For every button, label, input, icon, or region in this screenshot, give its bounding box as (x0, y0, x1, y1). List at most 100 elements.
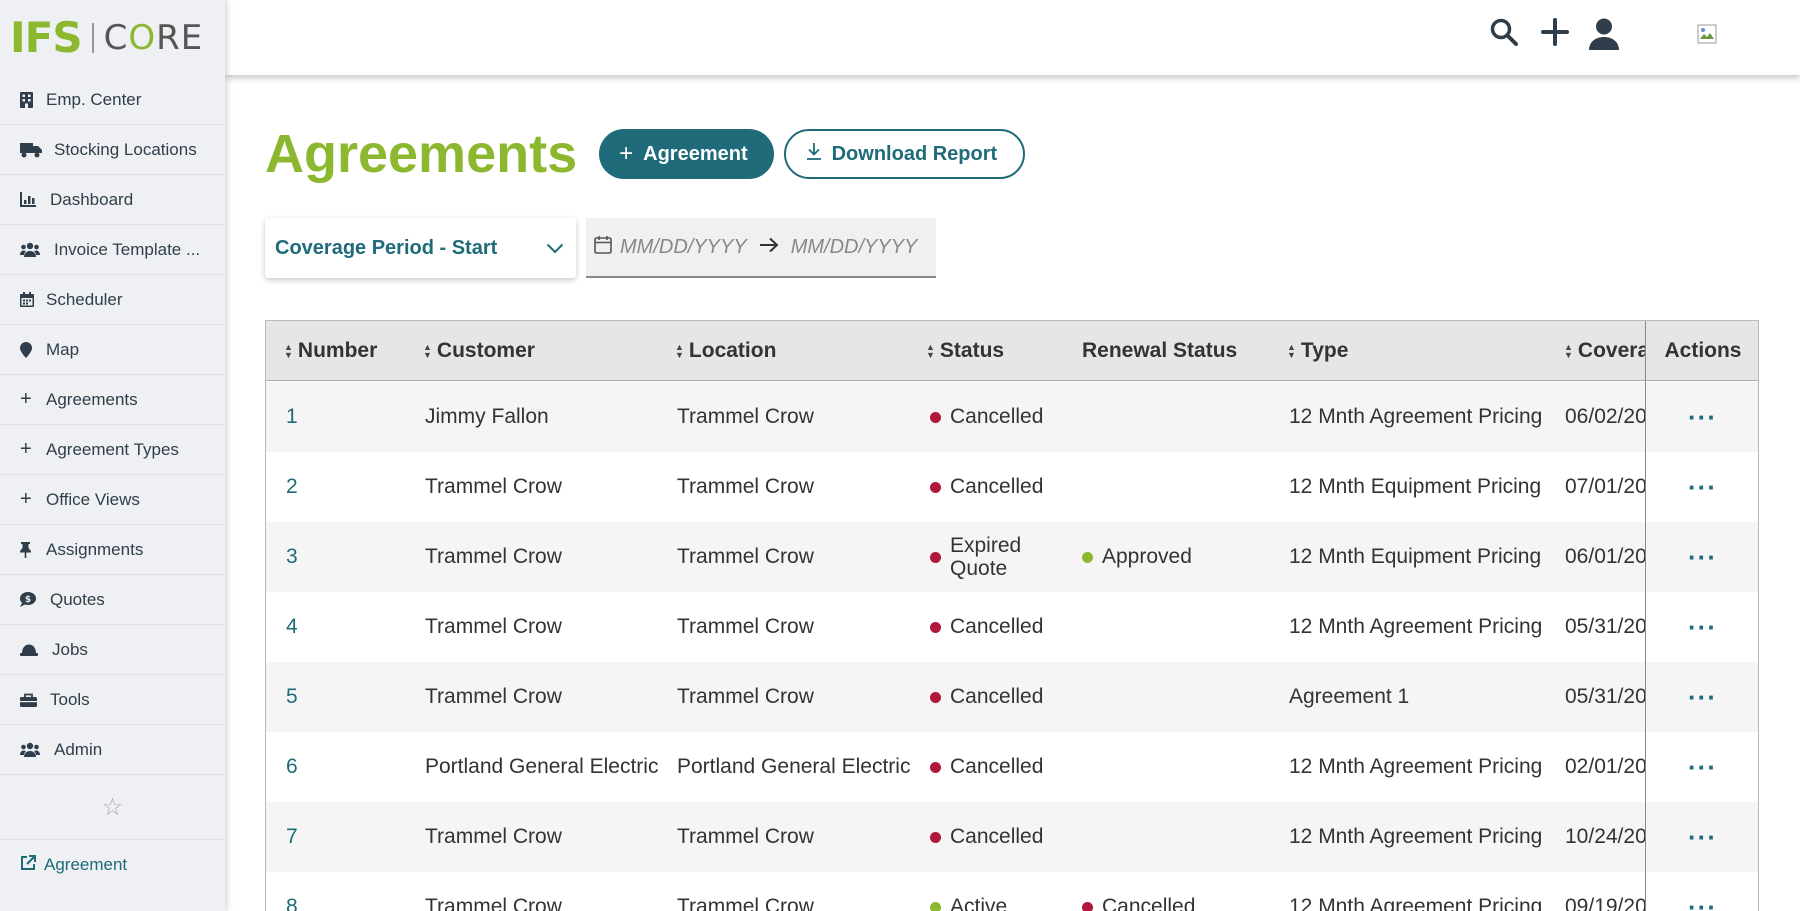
download-report-button[interactable]: Download Report (783, 129, 1026, 179)
add-agreement-label: Agreement (643, 142, 748, 165)
cell-number-text: 2 (286, 475, 298, 498)
app-logo[interactable]: IFS CORE (0, 0, 225, 75)
cell-renewal-status (1082, 592, 1282, 662)
column-header-coverage[interactable]: ▲ ▼ Covera (1564, 321, 1645, 381)
truck-icon (20, 142, 50, 158)
cell-coverage-text: 09/19/20 (1565, 895, 1645, 911)
search-icon[interactable] (1490, 18, 1518, 51)
cell-number[interactable]: 6 (286, 732, 406, 802)
column-header-number[interactable]: ▲ ▼ Number (284, 321, 394, 381)
cell-type-text: Agreement 1 (1289, 685, 1410, 708)
cell-renewal-status (1082, 452, 1282, 522)
sidebar-item-office-views[interactable]: + Office Views (0, 475, 225, 525)
cell-status: Cancelled (930, 802, 1070, 872)
cell-customer: Portland General Electric (425, 732, 665, 802)
sidebar-item-label: Admin (54, 739, 103, 759)
cell-number[interactable]: 2 (286, 452, 406, 522)
sidebar-item-agreement-types[interactable]: + Agreement Types (0, 425, 225, 475)
sidebar-item-dashboard[interactable]: Dashboard (0, 175, 225, 225)
sidebar-item-label: Jobs (52, 639, 88, 659)
chevron-down-icon (546, 237, 564, 260)
column-header-status[interactable]: ▲ ▼ Status (926, 321, 1056, 381)
sidebar-item-tools[interactable]: Tools (0, 675, 225, 725)
filter-row: Coverage Period - Start MM/DD/YYYY MM/DD… (265, 218, 936, 278)
cell-coverage: 02/01/20 (1565, 732, 1645, 802)
cell-customer: Trammel Crow (425, 662, 665, 732)
cell-customer: Trammel Crow (425, 872, 665, 911)
favorite-star-icon[interactable]: ☆ (0, 775, 225, 840)
user-profile-icon[interactable] (1589, 18, 1619, 55)
add-agreement-button[interactable]: + Agreement (599, 129, 774, 179)
cell-status: Cancelled (930, 592, 1070, 662)
sidebar-item-emp-center[interactable]: Emp. Center (0, 75, 225, 125)
cell-location: Trammel Crow (677, 802, 917, 872)
table-row[interactable]: 3 Trammel Crow Trammel Crow Expired Quote App… (266, 522, 1758, 592)
sort-icon: ▲ ▼ (1564, 342, 1573, 360)
column-header-location[interactable]: ▲ ▼ Location (675, 321, 905, 381)
cell-type-text: 12 Mnth Equipment Pricing (1289, 545, 1542, 568)
column-header-renewal-status: Renewal Status (1082, 339, 1238, 362)
map-pin-icon (20, 341, 42, 358)
sidebar-item-label: Agreements (46, 389, 138, 409)
cell-renewal-status (1082, 662, 1282, 732)
chart-icon (20, 192, 46, 207)
sidebar-item-label: Scheduler (46, 289, 123, 309)
cell-number-text: 6 (286, 755, 298, 778)
sidebar-item-invoice-template[interactable]: Invoice Template ... (0, 225, 225, 275)
cell-coverage: 06/01/20 (1565, 522, 1645, 592)
cell-number[interactable]: 7 (286, 802, 406, 872)
table-row[interactable]: 2 Trammel Crow Trammel Crow Cancelled 12 Mnt… (266, 452, 1758, 522)
table-row[interactable]: 6 Portland General Electric Portland Gener… (266, 732, 1758, 802)
cell-coverage: 06/02/20 (1565, 382, 1645, 452)
cell-coverage-text: 06/01/20 (1565, 545, 1645, 568)
plus-icon: + (20, 388, 32, 410)
table-header: ▲ ▼ Number ▲ ▼ Customer ▲ ▼ Location ▲ ▼ Status … (266, 321, 1758, 381)
sidebar-item-label: Dashboard (50, 189, 134, 209)
cell-number[interactable]: 8 (286, 872, 406, 911)
date-end-input[interactable]: MM/DD/YYYY (791, 236, 918, 259)
download-icon (806, 142, 822, 166)
cell-status: Cancelled (930, 732, 1070, 802)
cell-type: 12 Mnth Agreement Pricing (1289, 872, 1549, 911)
status-dot (930, 761, 941, 773)
status-dot (930, 691, 941, 703)
sidebar-item-assignments[interactable]: Assignments (0, 525, 225, 575)
cell-type: 12 Mnth Equipment Pricing (1289, 452, 1549, 522)
column-header-customer[interactable]: ▲ ▼ Customer (423, 321, 653, 381)
column-header-type[interactable]: ▲ ▼ Type (1287, 321, 1537, 381)
sidebar-item-scheduler[interactable]: Scheduler (0, 275, 225, 325)
cell-number-text: 5 (286, 685, 298, 708)
cell-renewal-status (1082, 382, 1282, 452)
sidebar-item-quotes[interactable]: $ Quotes (0, 575, 225, 625)
logo-divider (91, 22, 94, 53)
table-row[interactable]: 4 Trammel Crow Trammel Crow Cancelled 12 Mnt… (266, 592, 1758, 662)
cell-status-text: Cancelled (950, 755, 1044, 778)
table-row[interactable]: 1 Jimmy Fallon Trammel Crow Cancelled 12 Mnt… (266, 382, 1758, 452)
cell-type-text: 12 Mnth Agreement Pricing (1289, 825, 1543, 848)
sidebar-link-agreement[interactable]: Agreement (0, 840, 225, 890)
top-bar (225, 0, 1800, 75)
status-dot (930, 901, 941, 911)
cell-type: 12 Mnth Agreement Pricing (1289, 592, 1549, 662)
table-row[interactable]: 8 Trammel Crow Trammel Crow Active Cancelled… (266, 872, 1758, 911)
cell-number[interactable]: 5 (286, 662, 406, 732)
sidebar-item-admin[interactable]: Admin (0, 725, 225, 775)
sidebar-item-stocking-locations[interactable]: Stocking Locations (0, 125, 225, 175)
chat-dollar-icon: $ (20, 592, 46, 607)
add-icon[interactable] (1541, 18, 1569, 51)
cell-renewal-status: Cancelled (1082, 872, 1282, 911)
coverage-period-select[interactable]: Coverage Period - Start (265, 218, 576, 278)
cell-number[interactable]: 4 (286, 592, 406, 662)
sidebar-item-jobs[interactable]: Jobs (0, 625, 225, 675)
table-row[interactable]: 5 Trammel Crow Trammel Crow Cancelled Agreem… (266, 662, 1758, 732)
table-row[interactable]: 7 Trammel Crow Trammel Crow Cancelled 12 Mnt… (266, 802, 1758, 872)
cell-number[interactable]: 3 (286, 522, 406, 592)
sidebar-item-map[interactable]: Map (0, 325, 225, 375)
cell-number[interactable]: 1 (286, 382, 406, 452)
toolbox-icon (20, 693, 46, 707)
date-range-picker[interactable]: MM/DD/YYYY MM/DD/YYYY (586, 218, 936, 278)
cell-number-text: 8 (286, 895, 298, 911)
cell-location-text: Trammel Crow (677, 615, 814, 638)
date-start-input[interactable]: MM/DD/YYYY (620, 236, 747, 259)
sidebar-item-agreements[interactable]: + Agreements (0, 375, 225, 425)
